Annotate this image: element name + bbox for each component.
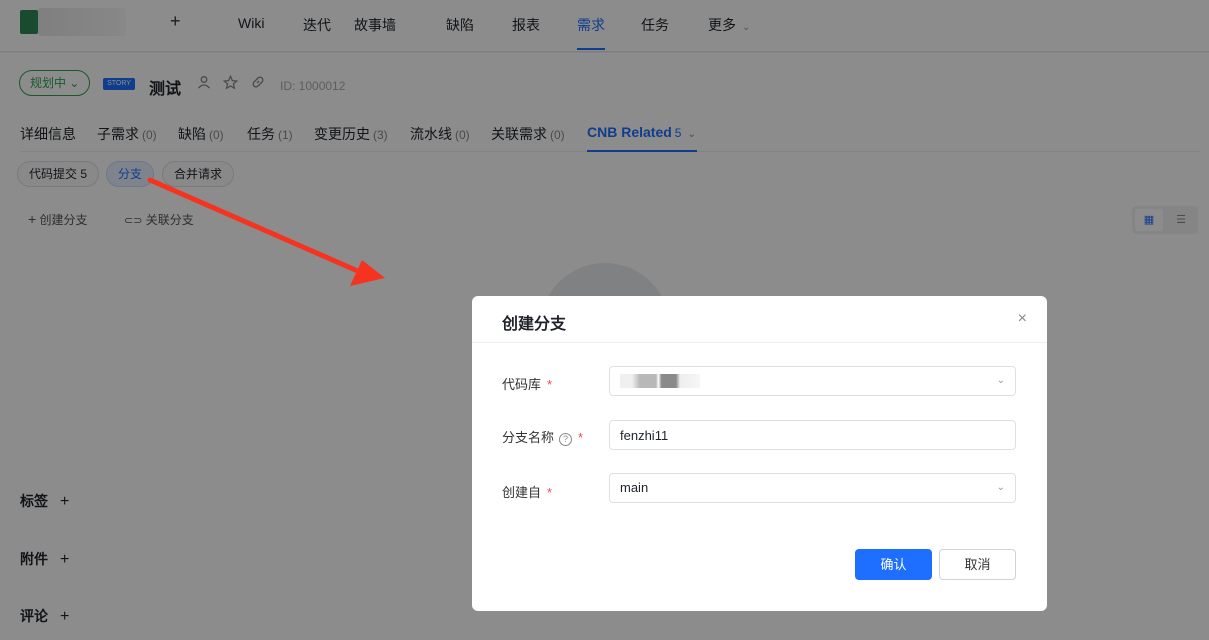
repo-select[interactable]: ⌄ [609,366,1016,396]
repo-label-text: 代码库 [502,377,542,392]
repo-value-blurred [620,374,700,388]
required-mark: * [547,485,553,500]
created-from-label-text: 创建自 [502,485,542,500]
created-from-label: 创建自 * [502,482,552,501]
created-from-value: main [620,480,649,495]
branch-name-label: 分支名称? * [502,427,583,446]
close-icon[interactable]: × [1018,310,1027,328]
created-from-select[interactable]: main ⌄ [609,473,1016,503]
help-icon[interactable]: ? [559,433,573,446]
repo-label: 代码库 * [502,374,552,393]
confirm-button[interactable]: 确认 [855,549,932,580]
create-branch-dialog: 创建分支 × 代码库 * ⌄ 分支名称? * 创建自 * main ⌄ 确认 取消 [472,296,1047,611]
chevron-down-icon: ⌄ [996,482,1005,493]
required-mark: * [578,430,584,445]
required-mark: * [547,377,553,392]
branch-name-input[interactable] [609,420,1016,450]
cancel-button[interactable]: 取消 [939,549,1016,580]
dialog-divider [472,342,1047,343]
chevron-down-icon: ⌄ [996,375,1005,386]
dialog-title: 创建分支 [502,316,567,333]
branch-name-label-text: 分支名称 [502,430,555,445]
